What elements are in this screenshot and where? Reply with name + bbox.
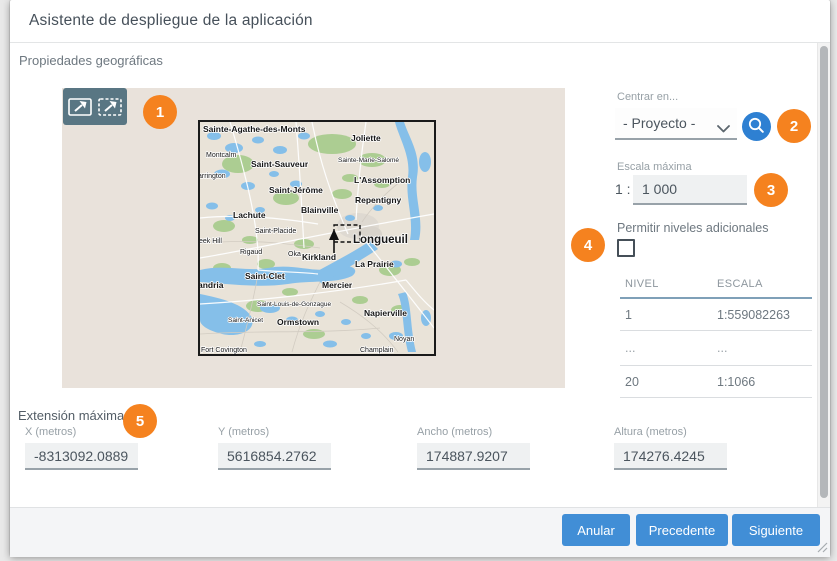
scale-column-header: ESCALA xyxy=(717,277,763,290)
center-in-select[interactable]: - Proyecto - xyxy=(615,108,737,140)
additional-levels-checkbox[interactable] xyxy=(617,239,635,257)
extent-toolbar xyxy=(63,88,127,125)
map-label: Champlain xyxy=(360,347,394,354)
map-label: eek Hill xyxy=(200,238,222,245)
dialog-title: Asistente de despliegue de la aplicación xyxy=(29,12,313,29)
map-label: Joliette xyxy=(351,133,381,143)
previous-button[interactable]: Precedente xyxy=(636,514,728,546)
callout-3: 3 xyxy=(754,173,788,207)
callout-1: 1 xyxy=(143,95,177,129)
map-label: Rigaud xyxy=(240,249,262,256)
section-max-extent: Extensión máxima xyxy=(18,408,125,423)
next-button[interactable]: Siguiente xyxy=(732,514,820,546)
map-label: Noyan xyxy=(394,336,414,343)
map-label: Saint-Clet xyxy=(245,271,285,281)
map-label: Kirkland xyxy=(302,252,336,262)
table-row: 20 1:1066 xyxy=(620,366,812,398)
callout-2: 2 xyxy=(777,109,811,143)
level-cell: 20 xyxy=(625,374,639,389)
cancel-button[interactable]: Anular xyxy=(562,514,630,546)
map-label: Repentigny xyxy=(355,195,402,205)
map-label: andria xyxy=(200,280,224,290)
width-meters-label: Ancho (metros) xyxy=(417,426,493,438)
map-label: Blainville xyxy=(301,205,339,215)
x-meters-input[interactable] xyxy=(25,443,138,470)
callout-4: 4 xyxy=(571,228,605,262)
scale-cell: 1:559082263 xyxy=(717,307,790,322)
scale-cell: ... xyxy=(717,341,728,355)
y-meters-label: Y (metros) xyxy=(218,426,270,438)
map-label: Ormstown xyxy=(277,317,319,327)
chevron-down-icon xyxy=(717,120,730,138)
scale-cell: 1:1066 xyxy=(717,374,756,389)
map-panel: Sainte-Agathe-des-Monts Joliette Montcalm S… xyxy=(62,88,565,388)
map-label: Saint-Anicet xyxy=(228,317,263,324)
max-scale-input[interactable] xyxy=(633,175,747,205)
search-button[interactable] xyxy=(742,112,771,141)
map-label: Saint-Sauveur xyxy=(251,159,309,169)
resize-grip-icon[interactable] xyxy=(816,540,828,553)
zoom-extent-icon[interactable] xyxy=(67,95,93,119)
map-label: L'Assomption xyxy=(354,175,410,185)
map-label: Sainte-Marie-Salomé xyxy=(338,157,399,164)
table-row: 1 1:559082263 xyxy=(620,299,812,331)
table-row: ... ... xyxy=(620,331,812,366)
levels-table: NIVEL ESCALA 1 1:559082263 ... ... 20 1:… xyxy=(620,270,812,398)
draw-extent-icon[interactable] xyxy=(97,95,123,119)
level-column-header: NIVEL xyxy=(625,277,659,290)
map-label: Saint-Louis-de-Gonzague xyxy=(257,301,331,308)
search-icon xyxy=(744,113,769,141)
height-meters-label: Altura (metros) xyxy=(614,426,687,438)
level-cell: 1 xyxy=(625,307,632,322)
extent-field-y: Y (metros) xyxy=(218,426,331,470)
level-cell: ... xyxy=(625,341,636,355)
map-label: Mercier xyxy=(322,280,353,290)
map-label: Oka xyxy=(288,251,301,258)
map-label: Longueuil xyxy=(353,234,408,246)
center-in-selected-value: - Proyecto - xyxy=(623,115,696,131)
deployment-wizard-dialog: Asistente de despliegue de la aplicación… xyxy=(10,0,830,557)
center-in-label: Centrar en... xyxy=(617,91,679,103)
map-label: Montcalm xyxy=(206,152,237,159)
scrollbar-thumb[interactable] xyxy=(820,46,828,498)
map-label: Lachute xyxy=(233,210,266,220)
map-label: La Prairie xyxy=(355,259,394,269)
callout-5: 5 xyxy=(123,404,157,438)
y-meters-input[interactable] xyxy=(218,443,331,470)
max-scale-label: Escala máxima xyxy=(617,161,692,173)
dialog-title-bar: Asistente de despliegue de la aplicación xyxy=(10,0,830,43)
height-meters-input[interactable] xyxy=(614,443,727,470)
map-label: Napierville xyxy=(364,308,407,318)
map-label: Sainte-Agathe-des-Monts xyxy=(203,124,306,134)
extent-field-width: Ancho (metros) xyxy=(417,426,530,470)
map-label: arrington xyxy=(200,173,226,180)
map-label: Saint-Jérôme xyxy=(269,185,323,195)
map-label: Fort Covington xyxy=(201,347,247,354)
width-meters-input[interactable] xyxy=(417,443,530,470)
extent-field-x: X (metros) xyxy=(25,426,138,470)
extent-field-height: Altura (metros) xyxy=(614,426,727,470)
map-preview[interactable]: Sainte-Agathe-des-Monts Joliette Montcalm S… xyxy=(198,120,436,356)
x-meters-label: X (metros) xyxy=(25,426,77,438)
scale-prefix: 1 : xyxy=(615,181,631,197)
section-geographic-properties: Propiedades geográficas xyxy=(19,53,163,68)
map-label: Saint-Placide xyxy=(255,228,296,235)
vertical-scrollbar[interactable] xyxy=(817,43,830,507)
levels-table-header: NIVEL ESCALA xyxy=(620,270,812,299)
additional-levels-label: Permitir niveles adicionales xyxy=(617,221,769,235)
